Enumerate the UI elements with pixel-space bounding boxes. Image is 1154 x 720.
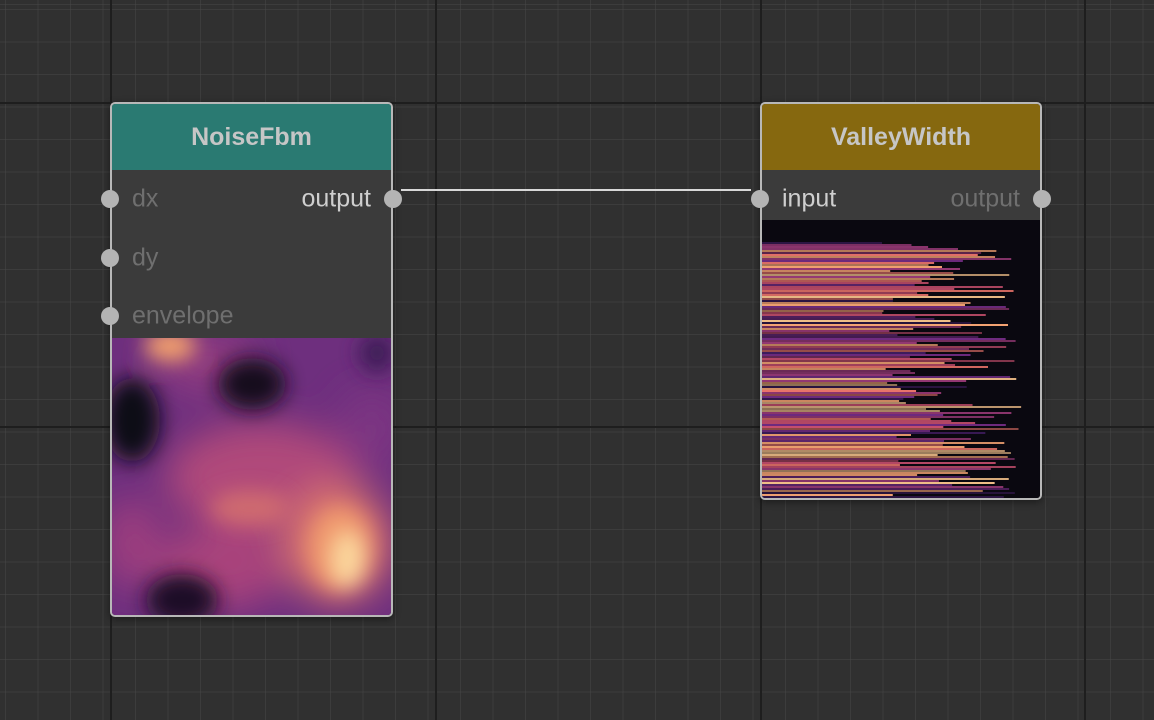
- port-row-envelope: envelope: [101, 287, 391, 346]
- input-label-envelope: envelope: [132, 301, 234, 330]
- output-socket[interactable]: [1033, 190, 1051, 209]
- node-valleywidth[interactable]: ValleyWidth input output: [751, 102, 1051, 500]
- output-label: output: [950, 184, 1020, 213]
- node-valleywidth-title: ValleyWidth: [830, 122, 972, 151]
- output-socket[interactable]: [384, 190, 402, 209]
- node-noisefbm-title: NoiseFbm: [191, 122, 312, 151]
- valley-preview-image: [762, 242, 1022, 498]
- noise-preview-image: [112, 338, 391, 615]
- node-graph-canvas[interactable]: NoiseFbm dx output dy envelope ValleyWid…: [0, 0, 1154, 720]
- input-label-dy: dy: [132, 243, 159, 272]
- node-noisefbm[interactable]: NoiseFbm dx output dy envelope: [101, 102, 402, 617]
- node-valleywidth-header[interactable]: ValleyWidth: [762, 104, 1040, 170]
- input-socket[interactable]: [751, 190, 769, 209]
- input-socket-dx[interactable]: [101, 190, 119, 209]
- port-row-dy: dy: [101, 229, 391, 288]
- input-label-dx: dx: [132, 184, 159, 213]
- noise-heatmap-preview: [112, 338, 391, 615]
- node-noisefbm-header[interactable]: NoiseFbm: [112, 104, 391, 170]
- input-socket-dy[interactable]: [101, 248, 119, 267]
- input-label: input: [782, 184, 837, 213]
- output-label: output: [301, 184, 371, 213]
- input-socket-envelope[interactable]: [101, 307, 119, 326]
- port-row-dx: dx output: [101, 170, 402, 229]
- valley-streak-preview: [762, 220, 1040, 498]
